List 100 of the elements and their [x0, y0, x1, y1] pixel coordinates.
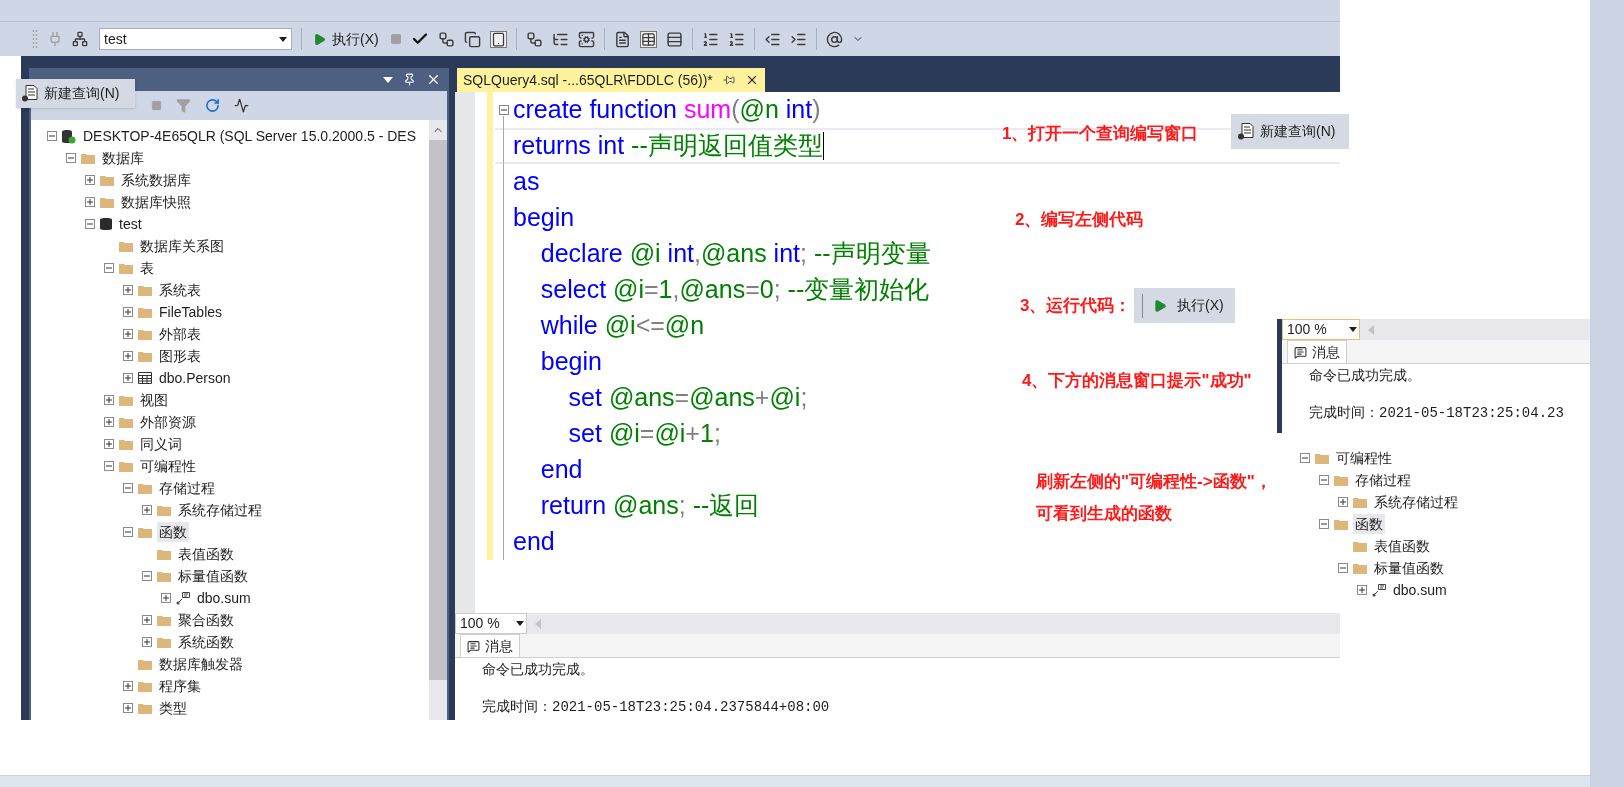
zoom-select[interactable]: 100 % — [1282, 319, 1360, 340]
file-results-icon[interactable] — [665, 30, 683, 48]
new-query-button[interactable]: 新建查询(N) — [16, 79, 135, 108]
tree-item[interactable]: 同义词 — [138, 434, 184, 454]
tree-item[interactable]: 数据库 — [100, 148, 146, 168]
tree-item[interactable]: 表值函数 — [1372, 536, 1432, 556]
tree-item[interactable]: FileTables — [157, 302, 225, 322]
tree-toggle[interactable] — [123, 351, 133, 361]
tree-item[interactable]: 外部表 — [157, 324, 203, 344]
code-line: create function sum(@n int) — [513, 94, 821, 126]
execute-button[interactable]: 执行(X) — [1134, 288, 1235, 323]
tree-item[interactable]: 系统数据库 — [119, 170, 193, 190]
tree-item[interactable]: dbo.sum — [1391, 580, 1449, 600]
tree-toggle[interactable] — [47, 131, 57, 141]
grip-icon — [32, 29, 38, 49]
tree-item[interactable]: 系统存储过程 — [176, 500, 264, 520]
tree-toggle[interactable] — [1319, 475, 1329, 485]
tree-item[interactable]: 视图 — [138, 390, 170, 410]
parameters-icon[interactable] — [825, 30, 843, 48]
tree-toggle[interactable] — [142, 615, 152, 625]
tree-item[interactable]: 系统存储过程 — [1372, 492, 1460, 512]
tree-item[interactable]: 存储过程 — [1353, 470, 1413, 490]
folder-icon — [81, 152, 95, 164]
dropdown-icon[interactable] — [383, 76, 393, 83]
messages-tab[interactable]: 消息 — [460, 634, 520, 657]
pin-icon[interactable] — [722, 74, 735, 86]
server-icon[interactable] — [577, 30, 595, 48]
tree-toggle[interactable] — [123, 307, 133, 317]
tree-item[interactable]: DESKTOP-4E65QLR (SQL Server 15.0.2000.5 - DES — [81, 126, 419, 146]
tree-toggle[interactable] — [123, 681, 133, 691]
tree-toggle[interactable] — [85, 175, 95, 185]
diagram-icon[interactable] — [525, 30, 543, 48]
code-line: declare @i int,@ans int; --声明变量 — [539, 238, 931, 270]
tree-item[interactable]: 外部资源 — [138, 412, 198, 432]
tree-toggle[interactable] — [104, 263, 114, 273]
tree-toggle[interactable] — [123, 285, 133, 295]
tree-item[interactable]: 图形表 — [157, 346, 203, 366]
function-icon — [1372, 583, 1386, 597]
tree-item[interactable]: test — [117, 214, 144, 234]
windows-icon[interactable] — [463, 30, 481, 48]
panel-icon[interactable] — [489, 30, 507, 48]
tree-item[interactable]: 表 — [138, 258, 156, 278]
tree-toggle[interactable] — [123, 373, 133, 383]
tree-toggle[interactable] — [1319, 519, 1329, 529]
tree-item[interactable]: 数据库关系图 — [138, 236, 226, 256]
tree-item[interactable]: 类型 — [157, 698, 189, 718]
tree-toggle[interactable] — [1300, 453, 1310, 463]
tree-item[interactable]: 数据库快照 — [119, 192, 193, 212]
tree-toggle[interactable] — [104, 461, 114, 471]
tree-toggle[interactable] — [123, 703, 133, 713]
outline-collapse-icon[interactable] — [499, 105, 509, 115]
tree-item[interactable]: 存储过程 — [157, 478, 217, 498]
tree-item[interactable]: 表值函数 — [176, 544, 236, 564]
tree-toggle[interactable] — [66, 153, 76, 163]
activity-icon[interactable] — [234, 98, 249, 113]
code-line: as — [513, 166, 540, 198]
tree-toggle[interactable] — [142, 637, 152, 647]
tree-toggle[interactable] — [104, 395, 114, 405]
close-icon[interactable] — [426, 72, 441, 87]
tree-toggle[interactable] — [142, 505, 152, 515]
tree-toggle[interactable] — [1357, 585, 1367, 595]
tree-toggle[interactable] — [104, 417, 114, 427]
zoom-select[interactable]: 100 % — [455, 613, 527, 634]
tree-item[interactable]: 函数 — [157, 522, 189, 542]
database-select[interactable]: test — [99, 28, 292, 50]
text-results-icon[interactable] — [613, 30, 631, 48]
messages-tab[interactable]: 消息 — [1287, 340, 1347, 363]
tree-toggle[interactable] — [161, 593, 171, 603]
tree-item[interactable]: 系统表 — [157, 280, 203, 300]
tree-item[interactable]: dbo.sum — [195, 588, 253, 608]
result-message: 命令已成功完成。 — [482, 660, 595, 678]
tree-toggle[interactable] — [142, 571, 152, 581]
server-icon — [62, 128, 76, 144]
tree-toggle[interactable] — [1338, 563, 1348, 573]
tree-toggle[interactable] — [85, 197, 95, 207]
tree-item[interactable]: 聚合函数 — [176, 610, 236, 630]
refresh-icon[interactable] — [205, 98, 220, 113]
tree-item[interactable]: 系统函数 — [176, 632, 236, 652]
tree-toggle[interactable] — [1338, 497, 1348, 507]
query-tab[interactable]: SQLQuery4.sql -...65QLR\FDDLC (56))* — [457, 68, 765, 92]
network-icon[interactable] — [72, 31, 88, 47]
tree-item[interactable]: dbo.Person — [157, 368, 233, 388]
tree-toggle[interactable] — [104, 439, 114, 449]
tree-toggle[interactable] — [85, 219, 95, 229]
tree-item[interactable]: 函数 — [1353, 514, 1385, 534]
tree-item[interactable]: 标量值函数 — [176, 566, 250, 586]
tree-item[interactable]: 标量值函数 — [1372, 558, 1446, 578]
code-line: returns int --声明返回值类型 — [513, 130, 824, 162]
tree-toggle[interactable] — [123, 329, 133, 339]
tree-item[interactable]: 可编程性 — [138, 456, 198, 476]
grid-results-icon[interactable] — [639, 30, 657, 48]
diagram-icon[interactable] — [437, 30, 455, 48]
pin-icon[interactable] — [403, 73, 416, 86]
folder-icon — [138, 702, 152, 714]
tree-item[interactable]: 数据库触发器 — [157, 654, 245, 674]
tree-item[interactable]: 程序集 — [157, 676, 203, 696]
new-query-button[interactable]: 新建查询(N) — [1231, 114, 1349, 149]
tree-toggle[interactable] — [123, 527, 133, 537]
execute-button[interactable]: 执行(X) — [311, 27, 381, 51]
tree-toggle[interactable] — [123, 483, 133, 493]
